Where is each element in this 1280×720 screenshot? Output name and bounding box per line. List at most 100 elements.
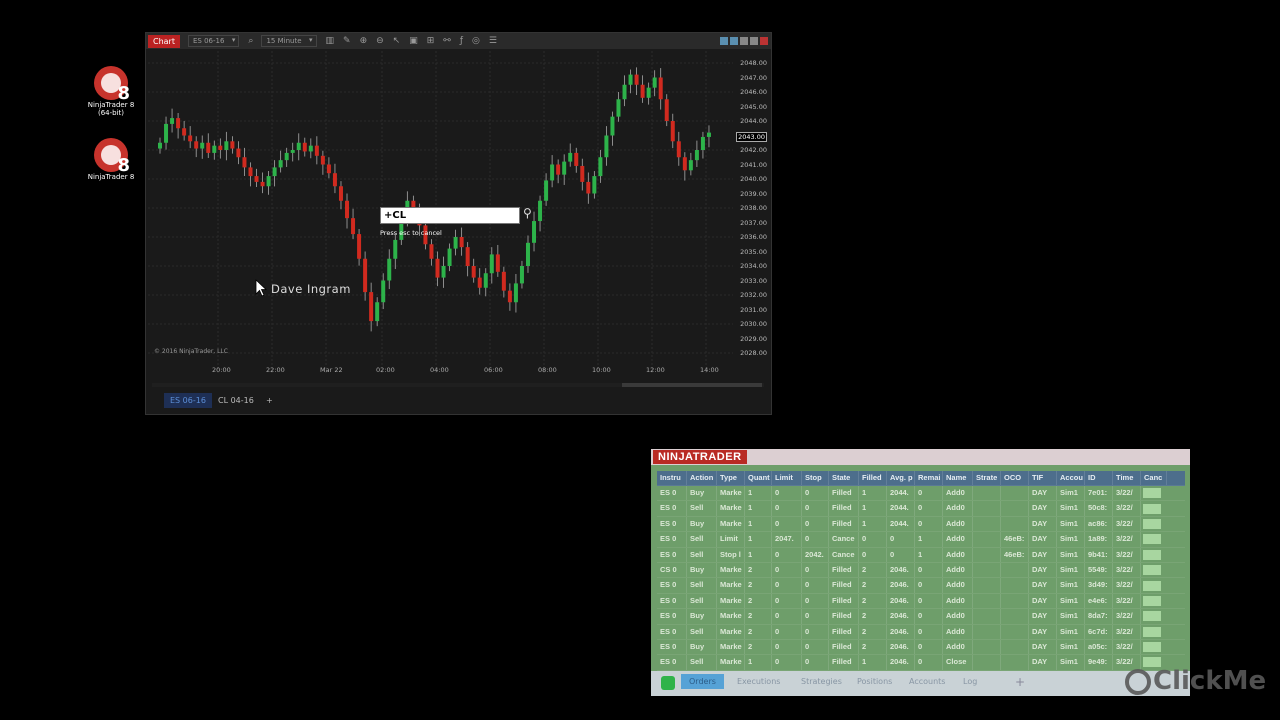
orders-row[interactable]: ES 0 Sell Marke 2 0 0 Filled 2 2046. 0 Add0 DAY Sim1… — [657, 624, 1185, 640]
orders-row[interactable]: ES 0 Sell Marke 1 0 0 Filled 1 2046. 0 Close DAY Sim… — [657, 655, 1185, 671]
orders-cell: Filled — [829, 578, 859, 593]
search-icon[interactable]: ⌕ — [248, 36, 253, 46]
window-link-icon[interactable] — [720, 37, 728, 45]
cancel-checkbox[interactable] — [1143, 611, 1161, 622]
orders-cell: 3/22/ — [1113, 547, 1141, 562]
orders-cell: 2046. — [887, 593, 915, 609]
cancel-checkbox[interactable] — [1143, 534, 1161, 545]
scrollbar-thumb[interactable] — [622, 383, 762, 387]
column-header[interactable]: Quant — [745, 471, 772, 485]
tab-es-06-16[interactable]: ES 06-16 — [164, 393, 212, 408]
cancel-checkbox[interactable] — [1143, 518, 1161, 529]
orders-row[interactable]: CS 0 Buy Marke 2 0 0 Filled 2 2046. 0 Add0 DAY Sim1 5… — [657, 562, 1185, 579]
orders-cell: ES 0 — [657, 501, 687, 516]
candle-body — [338, 186, 343, 201]
zoom-in-icon[interactable]: ⊕ — [360, 36, 368, 46]
cancel-checkbox[interactable] — [1143, 488, 1161, 499]
cancel-checkbox[interactable] — [1143, 549, 1161, 560]
tab-strategies[interactable]: Strategies — [801, 677, 842, 686]
column-header[interactable]: TIF — [1029, 471, 1057, 485]
candle-body — [351, 218, 356, 235]
link-icon[interactable]: ⚯ — [443, 36, 451, 46]
cancel-checkbox[interactable] — [1143, 503, 1161, 514]
minimize-icon[interactable] — [740, 37, 748, 45]
orders-cell: 0 — [915, 516, 943, 532]
data-box-icon[interactable]: ⊞ — [427, 36, 435, 46]
draw-tool-icon[interactable]: ✎ — [343, 36, 351, 46]
column-header[interactable]: Remai — [915, 471, 943, 485]
candle-body — [387, 258, 392, 281]
orders-cell: 0 — [772, 639, 802, 655]
column-header[interactable]: ID — [1085, 471, 1113, 485]
zoom-out-icon[interactable]: ⊖ — [376, 36, 384, 46]
tab-cl-04-16[interactable]: CL 04-16 — [212, 393, 260, 408]
tab-accounts[interactable]: Accounts — [909, 677, 945, 686]
window-link-icon[interactable] — [730, 37, 738, 45]
orders-row[interactable]: ES 0 Sell Limit 1 2047. 0 Cance 0 0 1 Add0 46eB: DAY… — [657, 532, 1185, 548]
tab-log[interactable]: Log — [963, 677, 977, 686]
orders-row[interactable]: ES 0 Buy Marke 2 0 0 Filled 2 2046. 0 Add0 DAY Sim1 a… — [657, 639, 1185, 656]
orders-cell: Buy — [687, 639, 717, 655]
column-header[interactable]: Canc — [1141, 471, 1167, 485]
orders-row[interactable]: ES 0 Buy Marke 1 0 0 Filled 1 2044. 0 Add0 DAY Sim1 7… — [657, 486, 1185, 502]
clickme-text: ClickMe — [1153, 666, 1267, 696]
price-axis-label: 2041.00 — [740, 160, 767, 169]
instrument-selector[interactable]: ES 06-16 — [187, 35, 240, 47]
candle-body — [628, 74, 633, 85]
column-header[interactable]: Stop — [802, 471, 829, 485]
orders-cell: 0 — [915, 501, 943, 516]
pointer-icon[interactable]: ↖ — [393, 36, 401, 46]
column-header[interactable]: Strate — [973, 471, 1001, 485]
orders-cell: Filled — [829, 501, 859, 516]
chart-scrollbar[interactable] — [152, 383, 764, 387]
chart-tab-label[interactable]: Chart — [148, 34, 180, 48]
properties-icon[interactable]: ☰ — [489, 36, 497, 46]
add-tab-button[interactable]: + — [260, 393, 279, 408]
orders-row[interactable]: ES 0 Buy Marke 1 0 0 Filled 1 2044. 0 Add0 DAY Sim1 a… — [657, 516, 1185, 533]
column-header[interactable]: State — [829, 471, 859, 485]
orders-row[interactable]: ES 0 Sell Marke 2 0 0 Filled 2 2046. 0 Add0 DAY Sim1… — [657, 593, 1185, 610]
interval-selector[interactable]: 15 Minute — [261, 35, 317, 47]
column-header[interactable]: Instru — [657, 471, 687, 485]
orders-cell: 7e01: — [1085, 486, 1113, 501]
cancel-checkbox[interactable] — [1143, 626, 1161, 637]
desktop-icon-ninjatrader[interactable]: NinjaTrader 8 — [84, 138, 138, 181]
candle-body — [622, 84, 627, 100]
add-tab-button[interactable]: + — [1015, 675, 1025, 689]
close-icon[interactable] — [760, 37, 768, 45]
cancel-checkbox[interactable] — [1143, 580, 1161, 591]
tab-orders[interactable]: Orders — [681, 674, 724, 689]
orders-row[interactable]: ES 0 Sell Marke 2 0 0 Filled 2 2046. 0 Add0 DAY Sim1… — [657, 578, 1185, 594]
candle-body — [616, 99, 621, 117]
column-header[interactable]: Filled — [859, 471, 887, 485]
orders-cell — [1001, 501, 1029, 516]
tab-executions[interactable]: Executions — [737, 677, 780, 686]
column-header[interactable]: Accou — [1057, 471, 1085, 485]
column-header[interactable]: Action — [687, 471, 717, 485]
instrument-overlay-input[interactable]: +CL — [380, 207, 520, 224]
orders-cell: 0 — [772, 609, 802, 624]
cancel-checkbox[interactable] — [1143, 595, 1161, 606]
maximize-icon[interactable] — [750, 37, 758, 45]
column-header[interactable]: Type — [717, 471, 745, 485]
candle-body — [266, 176, 271, 187]
strategies-icon[interactable]: ◎ — [472, 36, 480, 46]
orders-row[interactable]: ES 0 Sell Marke 1 0 0 Filled 1 2044. 0 Add0 DAY Sim1… — [657, 501, 1185, 517]
orders-cell: Marke — [717, 624, 745, 639]
bar-type-icon[interactable]: ▥ — [326, 36, 335, 46]
snapshot-icon[interactable]: ▣ — [409, 36, 418, 46]
cancel-checkbox[interactable] — [1143, 642, 1161, 653]
orders-row[interactable]: ES 0 Buy Marke 2 0 0 Filled 2 2046. 0 Add0 DAY Sim1 8… — [657, 609, 1185, 625]
overlay-search-icon[interactable]: ⚲ — [523, 206, 532, 220]
desktop-icon-ninjatrader-64[interactable]: NinjaTrader 8(64-bit) — [84, 66, 138, 117]
orders-cell: 2 — [745, 593, 772, 609]
column-header[interactable]: OCO — [1001, 471, 1029, 485]
cancel-checkbox[interactable] — [1143, 565, 1161, 576]
column-header[interactable]: Name — [943, 471, 973, 485]
column-header[interactable]: Avg. p — [887, 471, 915, 485]
tab-positions[interactable]: Positions — [857, 677, 892, 686]
column-header[interactable]: Time — [1113, 471, 1141, 485]
column-header[interactable]: Limit — [772, 471, 802, 485]
indicators-icon[interactable]: ƒ — [460, 36, 463, 46]
orders-row[interactable]: ES 0 Sell Stop l 1 0 2042. Cance 0 0 1 Add0 46eB: DA… — [657, 547, 1185, 563]
